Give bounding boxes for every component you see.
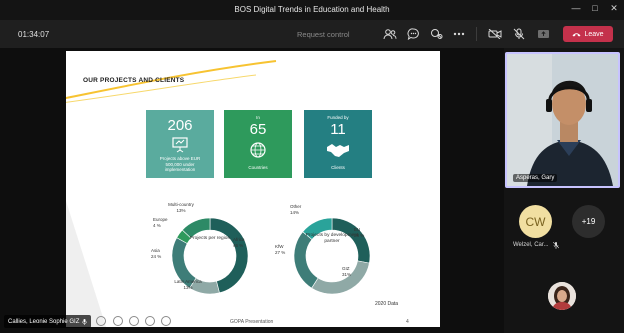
region-label-africa: Africa 46 % bbox=[233, 237, 245, 248]
more-options-icon[interactable] bbox=[451, 26, 467, 42]
chat-icon[interactable] bbox=[405, 26, 421, 42]
leave-label: Leave bbox=[584, 30, 604, 38]
region-label-multi-country: Multi-country 13% bbox=[168, 202, 194, 213]
region-label-asia: Asia 24 % bbox=[151, 248, 162, 259]
slide-page-number: 4 bbox=[406, 319, 409, 325]
partner-label-other: Other 14% bbox=[290, 204, 302, 215]
stat-value: 11 bbox=[330, 121, 346, 138]
stat-tile-countries: In 65 Countries bbox=[224, 110, 292, 178]
zoom-out-icon[interactable] bbox=[113, 316, 123, 326]
donut-chart-region bbox=[171, 217, 249, 295]
stat-caption: Clients bbox=[331, 165, 345, 170]
participant-video-gary[interactable]: Asperas, Gary bbox=[505, 52, 620, 188]
shared-slide: OUR PROJECTS AND CLIENTS 206 Projects ab… bbox=[66, 51, 440, 327]
slide-footer: GOPA Presentation bbox=[230, 319, 274, 325]
participant-video-frame bbox=[507, 54, 618, 186]
region-label-europe: Europe 4 % bbox=[153, 217, 168, 228]
avatar-participant-photo[interactable] bbox=[548, 282, 576, 310]
profile-photo bbox=[548, 282, 576, 310]
stat-prefix: Funded by bbox=[327, 115, 349, 120]
region-label-latin-america: Latin America 13% bbox=[174, 279, 202, 290]
camera-off-icon[interactable] bbox=[487, 26, 503, 42]
presentation-board-icon bbox=[172, 137, 188, 153]
mic-icon bbox=[82, 318, 88, 325]
leave-button[interactable]: Leave bbox=[563, 26, 613, 42]
reactions-icon[interactable] bbox=[428, 26, 444, 42]
globe-icon bbox=[250, 142, 266, 158]
share-screen-icon[interactable] bbox=[535, 26, 551, 42]
stat-caption: Countries bbox=[248, 165, 268, 170]
meeting-toolbar: 01:34:07 Request control Leave bbox=[0, 20, 624, 48]
stat-value: 65 bbox=[249, 121, 267, 138]
minimize-icon[interactable]: — bbox=[569, 3, 583, 13]
window-title: BOS Digital Trends in Education and Heal… bbox=[234, 5, 390, 14]
more-participants-button[interactable]: +19 bbox=[572, 205, 605, 238]
title-bar: BOS Digital Trends in Education and Heal… bbox=[0, 0, 624, 20]
stat-caption: Projects above EUR 500,000 under impleme… bbox=[159, 156, 201, 172]
donut-segment-giz bbox=[311, 260, 370, 295]
donut-center-label: Projects by development partner bbox=[305, 233, 359, 244]
participants-icon[interactable] bbox=[382, 26, 398, 42]
fit-screen-icon[interactable] bbox=[145, 316, 155, 326]
avatar-cw[interactable]: CW bbox=[519, 205, 552, 238]
handshake-icon bbox=[327, 144, 349, 157]
slide-title: OUR PROJECTS AND CLIENTS bbox=[83, 77, 185, 84]
zoom-in-icon[interactable] bbox=[129, 316, 139, 326]
stat-prefix: In bbox=[256, 115, 260, 120]
stat-value: 206 bbox=[167, 117, 193, 134]
mic-off-icon bbox=[553, 242, 559, 249]
phone-hangup-icon bbox=[572, 32, 581, 36]
request-control-button[interactable]: Request control bbox=[297, 30, 350, 39]
participant-name-cw: Welzel, Car... bbox=[513, 242, 549, 248]
pop-out-icon[interactable] bbox=[161, 316, 171, 326]
toolbar-divider bbox=[476, 27, 477, 41]
maximize-icon[interactable]: □ bbox=[588, 3, 602, 13]
close-icon[interactable]: ✕ bbox=[607, 3, 621, 14]
donut-chart-partner bbox=[293, 217, 371, 295]
participant-name-tag: Asperas, Gary bbox=[513, 174, 558, 182]
partner-label-giz: GIZ 31% bbox=[342, 266, 352, 277]
partner-label-kfw: KfW 27 % bbox=[275, 244, 286, 255]
donut-center-label: Projects per region bbox=[189, 236, 231, 241]
annotation-tool-icon[interactable] bbox=[96, 316, 106, 326]
stat-tile-clients: Funded by 11 Clients bbox=[304, 110, 372, 178]
partner-label-eu: EU 28 % bbox=[354, 227, 365, 238]
data-year-note: 2020 Data bbox=[375, 301, 399, 307]
meeting-timer: 01:34:07 bbox=[18, 30, 50, 39]
presenter-name-tag: Callies, Leonie Sophie GIZ bbox=[4, 315, 92, 328]
mic-off-icon[interactable] bbox=[511, 26, 527, 42]
stat-tile-projects: 206 Projects above EUR 500,000 under imp… bbox=[146, 110, 214, 178]
